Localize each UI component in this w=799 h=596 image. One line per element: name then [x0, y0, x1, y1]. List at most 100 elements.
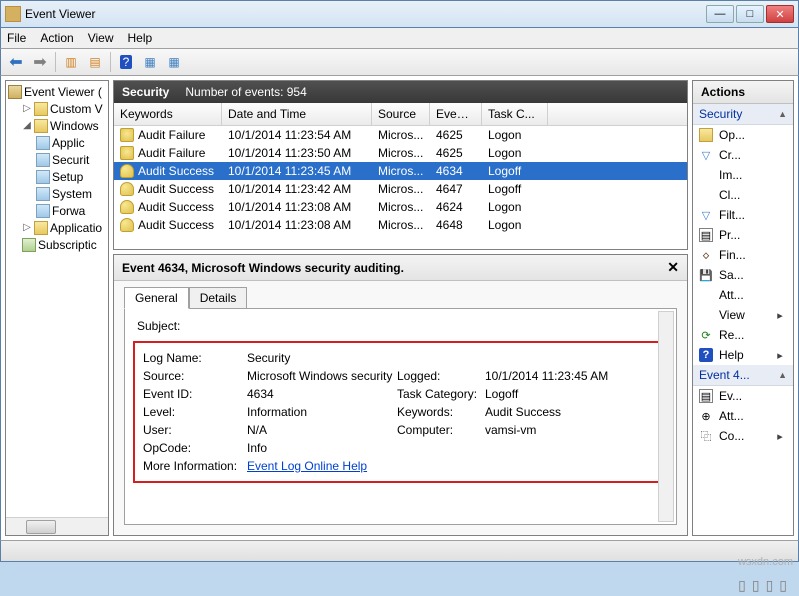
prop-taskcat-v: Logoff	[485, 387, 658, 401]
event-row[interactable]: Audit Failure10/1/2014 11:23:54 AMMicros…	[114, 126, 687, 144]
lock-icon	[120, 146, 134, 160]
col-taskcat[interactable]: Task C...	[482, 103, 548, 125]
detail-title: Event 4634, Microsoft Windows security a…	[122, 261, 667, 275]
toolbar-button-1[interactable]: ▦	[139, 51, 161, 73]
show-hide-button[interactable]: ▥	[60, 51, 82, 73]
detail-scrollbar[interactable]	[658, 311, 674, 522]
event-properties: Log Name:Security Source:Microsoft Windo…	[133, 341, 668, 483]
action-properties[interactable]: ▤Pr...	[693, 225, 793, 245]
event-row[interactable]: Audit Success10/1/2014 11:23:42 AMMicros…	[114, 180, 687, 198]
menu-help[interactable]: Help	[128, 31, 153, 45]
key-icon	[120, 182, 134, 196]
back-button[interactable]: ⬅	[5, 51, 27, 73]
maximize-button[interactable]: □	[736, 5, 764, 23]
toolbar: ⬅ ➡ ▥ ▤ ? ▦ ▦	[0, 48, 799, 76]
action-filter[interactable]: ▽Filt...	[693, 205, 793, 225]
prop-logname-k: Log Name:	[143, 351, 247, 365]
tab-details[interactable]: Details	[189, 287, 248, 309]
menu-action[interactable]: Action	[40, 31, 73, 45]
folder-icon	[699, 128, 713, 142]
prop-moreinfo-k: More Information:	[143, 459, 247, 473]
list-header: Security Number of events: 954	[114, 81, 687, 103]
prop-computer-k: Computer:	[397, 423, 485, 437]
action-help[interactable]: ?Help▸	[693, 345, 793, 365]
column-headers: Keywords Date and Time Source Event ID T…	[114, 103, 687, 126]
subject-label: Subject:	[133, 317, 668, 335]
tree-panel: Event Viewer ( ▷Custom V ◢Windows Applic…	[5, 80, 109, 536]
tree-application[interactable]: Applic	[8, 134, 106, 151]
filter-icon: ▽	[699, 208, 713, 222]
event-row[interactable]: Audit Success10/1/2014 11:23:08 AMMicros…	[114, 216, 687, 234]
prop-opcode-v: Info	[247, 441, 397, 455]
toolbar-button-2[interactable]: ▦	[163, 51, 185, 73]
tree-custom-views[interactable]: ▷Custom V	[8, 100, 106, 117]
menu-view[interactable]: View	[88, 31, 114, 45]
tray-icons: ▯▯▯▯	[738, 577, 793, 594]
tree-setup[interactable]: Setup	[8, 168, 106, 185]
prop-logged-v: 10/1/2014 11:23:45 AM	[485, 369, 658, 383]
arrow-icon: ▸	[773, 429, 787, 443]
tree-security[interactable]: Securit	[8, 151, 106, 168]
col-datetime[interactable]: Date and Time	[222, 103, 372, 125]
key-icon	[120, 218, 134, 232]
attach-icon: ⊕	[699, 409, 713, 423]
prop-keywords-v: Audit Success	[485, 405, 658, 419]
event-count: Number of events: 954	[185, 85, 306, 99]
arrow-icon: ▸	[773, 308, 787, 322]
col-eventid[interactable]: Event ID	[430, 103, 482, 125]
menu-file[interactable]: File	[7, 31, 26, 45]
tab-general[interactable]: General	[124, 287, 189, 309]
export-button[interactable]: ▤	[84, 51, 106, 73]
action-clear[interactable]: Cl...	[693, 185, 793, 205]
properties-icon: ▤	[699, 228, 713, 242]
prop-keywords-k: Keywords:	[397, 405, 485, 419]
prop-user-k: User:	[143, 423, 247, 437]
prop-taskcat-k: Task Category:	[397, 387, 485, 401]
minimize-button[interactable]: —	[706, 5, 734, 23]
tree-windows-logs[interactable]: ◢Windows	[8, 117, 106, 134]
action-open[interactable]: Op...	[693, 125, 793, 145]
copy-icon: ⿻	[699, 429, 713, 443]
blank-icon	[699, 168, 713, 182]
action-save[interactable]: 💾Sa...	[693, 265, 793, 285]
action-import[interactable]: Im...	[693, 165, 793, 185]
action-find[interactable]: 🝔Fin...	[693, 245, 793, 265]
properties-icon: ▤	[699, 389, 713, 403]
action-refresh[interactable]: ⟳Re...	[693, 325, 793, 345]
col-source[interactable]: Source	[372, 103, 430, 125]
action-attach-task[interactable]: ⊕Att...	[693, 406, 793, 426]
title-bar: Event Viewer — □ ✕	[0, 0, 799, 28]
close-button[interactable]: ✕	[766, 5, 794, 23]
action-group-security[interactable]: Security▲	[693, 104, 793, 125]
tree-applications-services[interactable]: ▷Applicatio	[8, 219, 106, 236]
action-group-event[interactable]: Event 4...▲	[693, 365, 793, 386]
prop-eventid-v: 4634	[247, 387, 397, 401]
tree-forwarded[interactable]: Forwa	[8, 202, 106, 219]
prop-level-k: Level:	[143, 405, 247, 419]
actions-header: Actions	[693, 81, 793, 104]
key-icon	[120, 200, 134, 214]
action-copy[interactable]: ⿻Co...▸	[693, 426, 793, 446]
status-bar	[0, 540, 799, 562]
event-row[interactable]: Audit Success10/1/2014 11:23:45 AMMicros…	[114, 162, 687, 180]
detail-close-button[interactable]: ✕	[667, 259, 679, 276]
tree-system[interactable]: System	[8, 185, 106, 202]
help-button[interactable]: ?	[115, 51, 137, 73]
tree-root[interactable]: Event Viewer (	[8, 83, 106, 100]
blank-icon	[699, 308, 713, 322]
forward-button[interactable]: ➡	[29, 51, 51, 73]
save-icon: 💾	[699, 268, 713, 282]
online-help-link[interactable]: Event Log Online Help	[247, 459, 367, 473]
find-icon: 🝔	[699, 248, 713, 262]
action-create[interactable]: ▽Cr...	[693, 145, 793, 165]
help-icon: ?	[699, 348, 713, 362]
window-title: Event Viewer	[25, 7, 706, 21]
event-row[interactable]: Audit Failure10/1/2014 11:23:50 AMMicros…	[114, 144, 687, 162]
action-view[interactable]: View▸	[693, 305, 793, 325]
tree-subscriptions[interactable]: Subscriptic	[8, 236, 106, 253]
event-row[interactable]: Audit Success10/1/2014 11:23:08 AMMicros…	[114, 198, 687, 216]
action-event-properties[interactable]: ▤Ev...	[693, 386, 793, 406]
tree-scrollbar[interactable]	[6, 517, 108, 535]
action-attach[interactable]: Att...	[693, 285, 793, 305]
col-keywords[interactable]: Keywords	[114, 103, 222, 125]
